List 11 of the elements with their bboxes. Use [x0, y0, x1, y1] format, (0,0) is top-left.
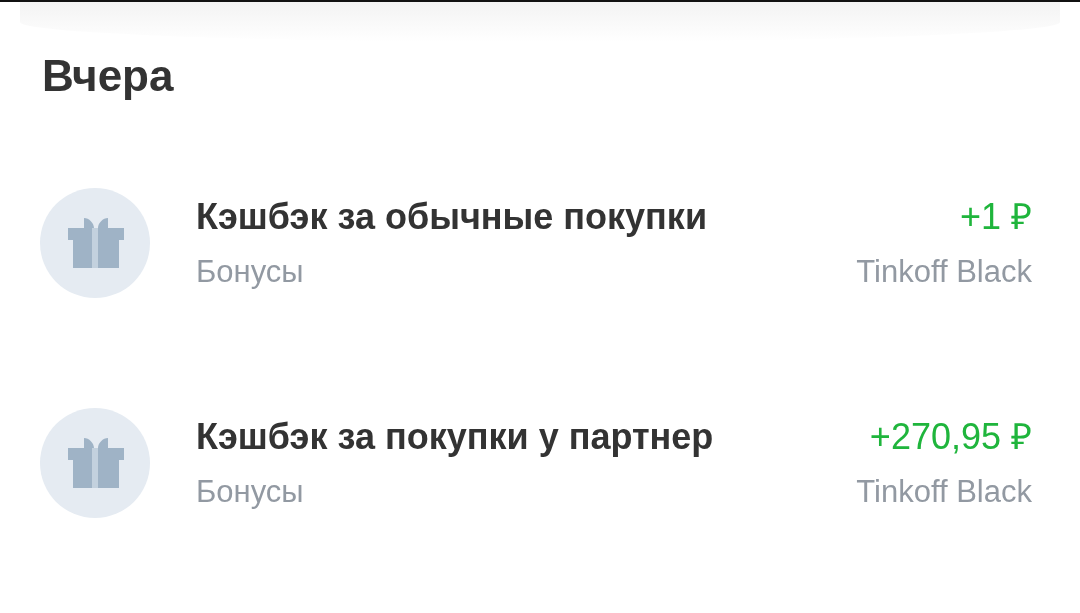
operation-amount: +1 ₽ — [959, 196, 1032, 238]
section-heading: Вчера — [42, 54, 175, 98]
account-name: Tinkoff Black — [856, 253, 1032, 290]
operation-title: Кэшбэк за обычные покупки — [196, 196, 707, 238]
account-name: Tinkoff Black — [856, 473, 1032, 510]
operation-title: Кэшбэк за покупки у партнер — [196, 416, 714, 458]
gift-icon — [40, 408, 150, 518]
operation-amount: +270,95 ₽ — [869, 416, 1032, 458]
gift-icon — [40, 188, 150, 298]
operation-category: Бонусы — [196, 253, 304, 290]
operation-category: Бонусы — [196, 473, 304, 510]
